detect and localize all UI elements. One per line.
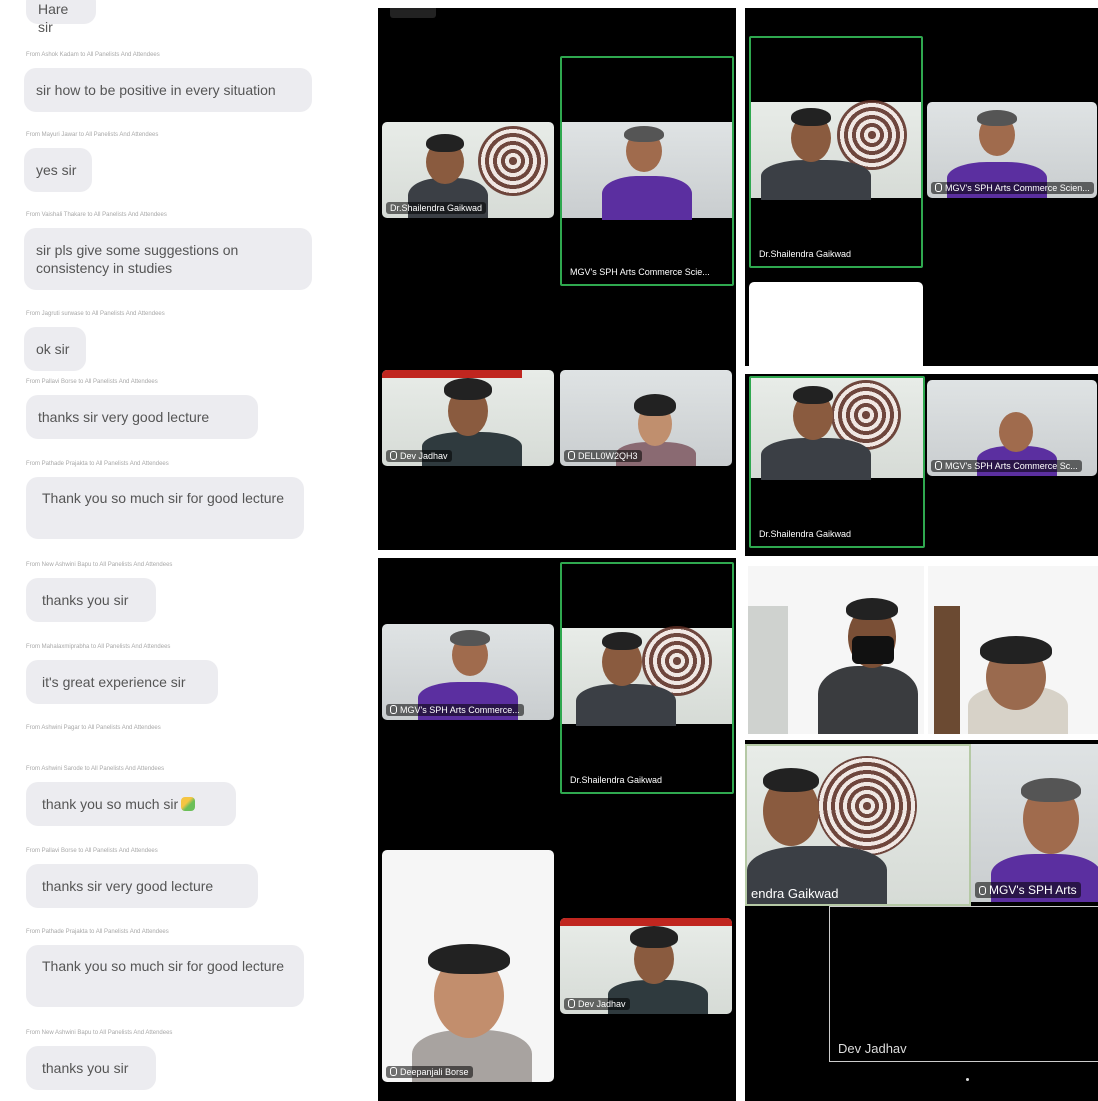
chat-message-text: it's great experience sir [42,674,186,690]
chat-message-bubble: thank you so much sir [26,782,236,826]
chat-message-text: Hare sir [38,1,69,35]
chat-message-bubble: thanks you sir [26,1046,156,1090]
chat-message-text: yes sir [36,162,77,178]
video-tile-active-speaker[interactable]: Dr.Shailendra Gaikwad [560,562,734,794]
participant-name: MGV's SPH Arts Commerce Scien... [931,182,1094,194]
participant-name: MGV's SPH Arts [975,882,1081,898]
microphone-icon [935,183,942,192]
participant-name: Dr.Shailendra Gaikwad [570,775,663,785]
chat-message-meta: From Mayuri Jawar to All Panelists And A… [26,132,159,138]
video-tile-active-speaker[interactable]: MGV's SPH Arts Commerce Scie... [560,56,734,286]
room-door [934,606,960,734]
video-tile[interactable] [748,566,924,734]
participant-name: Dev Jadhav [564,998,630,1010]
chat-message-meta: From New Ashwini Bapu to All Panelists A… [26,562,173,568]
participant-name: Dr.Shailendra Gaikwad [759,249,852,259]
chat-panel: Hare sir From Ashok Kadam to All Panelis… [0,0,370,1101]
chat-message-meta: From New Ashwini Bapu to All Panelists A… [26,1030,173,1036]
video-tile[interactable]: MGV's SPH Arts [971,744,1098,902]
video-tile-blank[interactable] [749,282,923,366]
chat-message-bubble: ok sir [24,327,86,371]
chat-message-text: thanks sir very good lecture [38,409,210,425]
chat-message-meta: From Pallavi Borse to All Panelists And … [26,379,158,385]
chat-message-bubble: Thank you so much sir for good lecture [26,477,304,539]
microphone-icon [979,886,986,895]
participant-name: Dev Jadhav [386,450,452,462]
chat-message-text: Thank you so much sir for good lecture [42,490,285,506]
background-red-strip [560,918,732,926]
microphone-icon [390,705,397,714]
meeting-screenshot-panel: Dr.Shailendra Gaikwad MGV's SPH Arts Com… [745,8,1098,366]
meeting-screenshot-panel: MGV's SPH Arts Commerce... Dr.Shailendra… [378,558,736,1101]
participant-name: MGV's SPH Arts Commerce Scie... [570,267,710,277]
video-tile[interactable]: MGV's SPH Arts Commerce... [382,624,554,720]
page-indicator-dot [966,1078,969,1081]
chat-message-bubble: Hare sir [26,0,96,35]
chat-message-text: thanks you sir [42,1060,129,1076]
participant-name: Deepanjali Borse [386,1066,473,1078]
wall-art [817,756,917,856]
chat-message-bubble: Thank you so much sir for good lecture [26,945,304,1007]
wall-art [478,126,548,196]
video-tile-active-speaker[interactable]: Dr.Shailendra Gaikwad [749,376,925,548]
chat-message-bubble: thanks sir very good lecture [26,864,258,908]
room-door [748,606,788,734]
participant-name: Dr.Shailendra Gaikwad [759,529,852,539]
chat-message-meta: From Pallavi Borse to All Panelists And … [26,848,158,854]
participant-name: endra Gaikwad [751,886,839,901]
bouquet-emoji-icon [181,797,196,811]
participant-name: MGV's SPH Arts Commerce Sc... [931,460,1082,472]
chat-message-bubble: sir how to be positive in every situatio… [24,68,312,112]
participant-name: MGV's SPH Arts Commerce... [386,704,524,716]
participant-name: Dr.Shailendra Gaikwad [386,202,487,214]
microphone-icon [390,1067,397,1076]
chat-message-text: thanks you sir [42,592,129,608]
chat-message-bubble: sir pls give some suggestions on consist… [24,228,312,290]
microphone-icon [568,999,575,1008]
chat-message-text: Thank you so much sir for good lecture [42,958,285,974]
chat-message-meta: From Ashwini Sarode to All Panelists And… [26,766,165,772]
video-tile-active-speaker[interactable]: Dr.Shailendra Gaikwad [749,36,923,268]
chat-message-bubble: yes sir [24,148,92,192]
chat-message-meta: From Ashok Kadam to All Panelists And At… [26,52,160,58]
video-tile[interactable]: MGV's SPH Arts Commerce Scien... [927,102,1097,198]
microphone-icon [390,451,397,460]
meeting-screenshot-panel: Dr.Shailendra Gaikwad MGV's SPH Arts Com… [378,8,736,550]
microphone-icon [935,461,942,470]
video-tile[interactable]: Dr.Shailendra Gaikwad [382,122,554,218]
chat-message-meta: From Ashwini Pagar to All Panelists And … [26,725,161,731]
chat-message-bubble: thanks you sir [26,578,156,622]
chat-message-bubble: thanks sir very good lecture [26,395,258,439]
meeting-screenshot-panel: Dr.Shailendra Gaikwad MGV's SPH Arts Com… [745,374,1098,556]
microphone-icon [568,451,575,460]
video-tile[interactable]: Dev Jadhav [560,918,732,1014]
chat-message-meta: From Pathade Prajakta to All Panelists A… [26,461,169,467]
chat-message-meta: From Pathade Prajakta to All Panelists A… [26,929,169,935]
chat-message-meta: From Vaishali Thakare to All Panelists A… [26,212,167,218]
video-tile[interactable]: endra Gaikwad [745,744,971,906]
meeting-screenshot-panel: endra Gaikwad MGV's SPH Arts Dev Jadhav [745,740,1098,1101]
video-tile[interactable]: Dev Jadhav [382,370,554,466]
chat-message-bubble: it's great experience sir [26,660,218,704]
video-tile-camera-off[interactable]: Dev Jadhav [829,906,1098,1062]
video-tile[interactable] [928,566,1098,734]
chat-message-text: thanks sir very good lecture [42,878,214,894]
chat-message-text: sir how to be positive in every situatio… [36,82,276,98]
chat-message-meta: From Mahalaxmiprabha to All Panelists An… [26,644,171,650]
video-tile[interactable]: MGV's SPH Arts Commerce Sc... [927,380,1097,476]
video-tile[interactable]: Deepanjali Borse [382,850,554,1082]
chat-message-text: thank you so much sir [42,796,179,812]
video-tile[interactable]: DELL0W2QH3 [560,370,732,466]
background-red-strip [382,370,522,378]
chat-message-text: ok sir [36,341,70,357]
participant-name: Dev Jadhav [838,1041,907,1056]
chat-message-meta: From Jagruti surwase to All Panelists An… [26,311,165,317]
participant-name: DELL0W2QH3 [564,450,642,462]
chat-message-text: sir pls give some suggestions on consist… [36,242,239,276]
toolbar-fragment [390,8,436,18]
wall-art [837,100,907,170]
